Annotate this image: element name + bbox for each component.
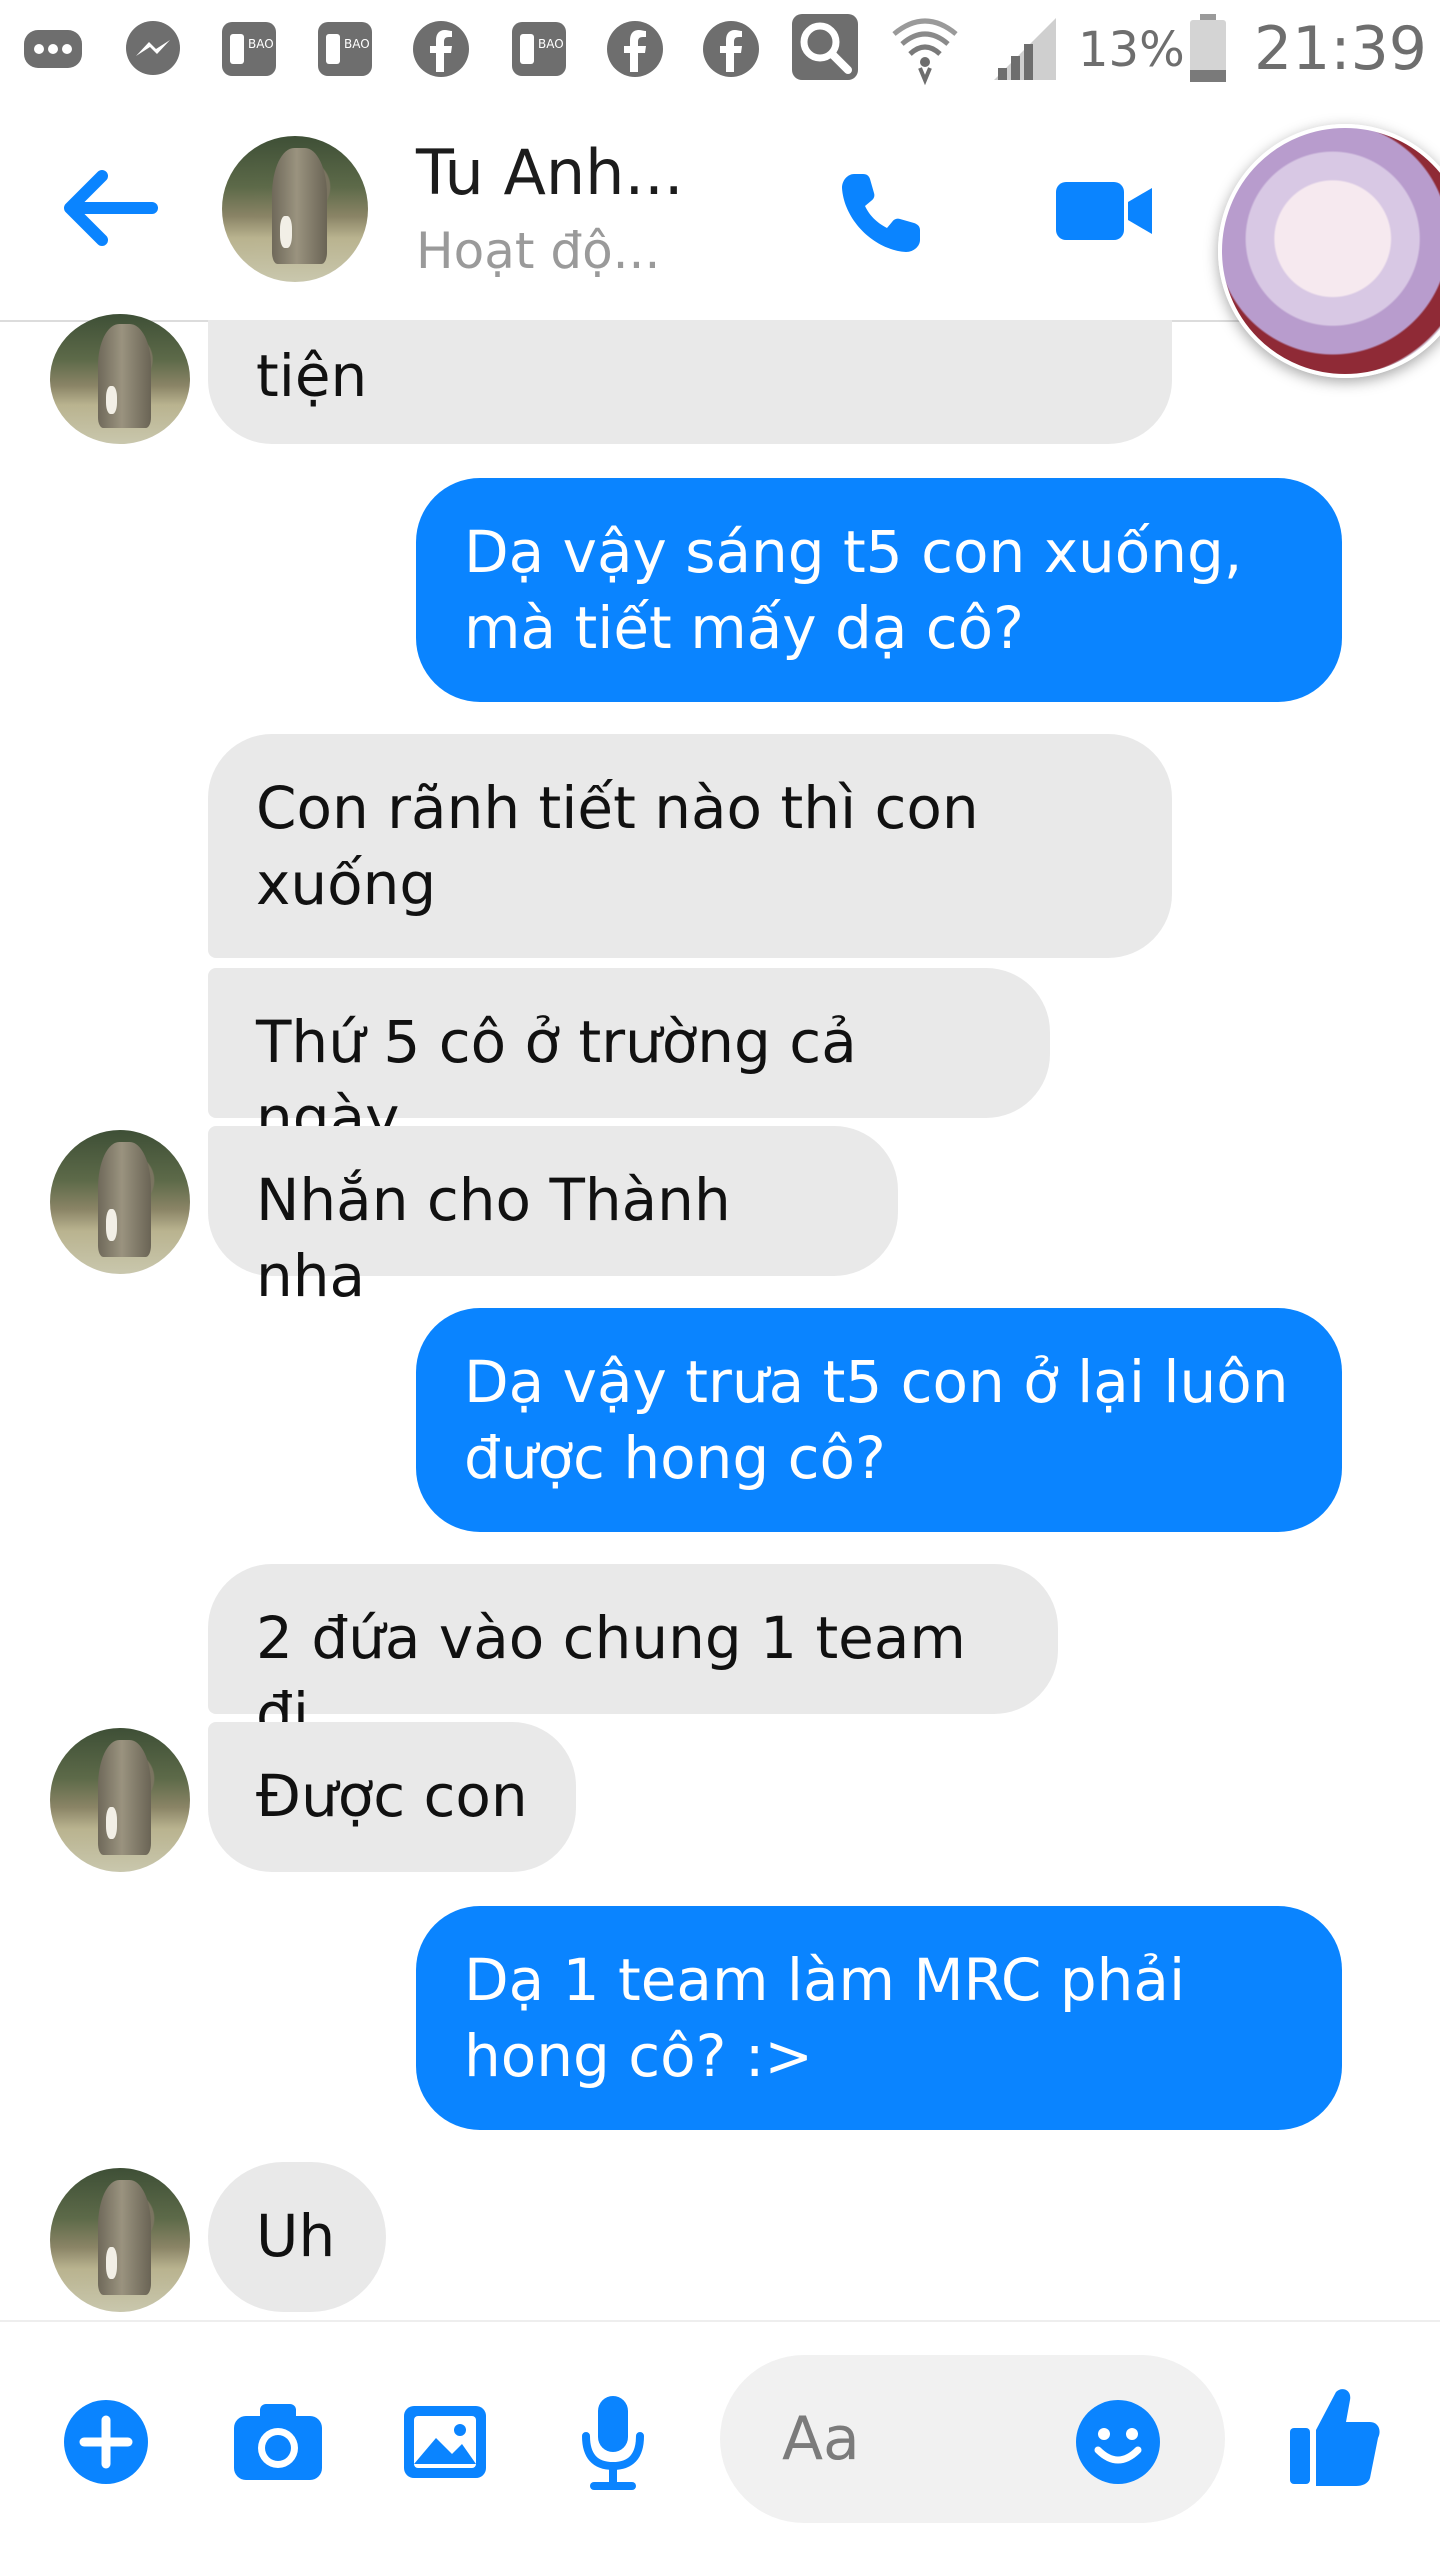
microphone-icon [582, 2396, 644, 2490]
messenger-notification-icon [122, 18, 184, 80]
message-text: hong cô? :> [464, 2022, 813, 2090]
message-incoming[interactable]: Thứ 5 cô ở trường cả ngày [208, 968, 1050, 1152]
status-bar: BAO HAY BAO HAY BAO HAY 13% 21:39 [0, 0, 1440, 100]
message-incoming[interactable]: tiện [208, 320, 1172, 444]
baohay-label: BAO HAY [344, 37, 376, 51]
like-thumb-icon [1290, 2389, 1380, 2486]
message-outgoing[interactable]: Dạ 1 team làm MRC phải hong cô? :> [416, 1906, 1342, 2130]
contact-name[interactable]: Tu Anh... [416, 136, 684, 209]
message-text: Dạ vậy sáng t5 con xuống, [464, 518, 1243, 586]
back-button[interactable] [60, 168, 164, 248]
message-incoming[interactable]: Được con [208, 1722, 576, 1872]
baohay-label: BAO HAY [248, 37, 280, 51]
back-arrow-icon [64, 170, 158, 246]
contact-avatar[interactable] [222, 136, 368, 282]
message-outgoing[interactable]: Dạ vậy trưa t5 con ở lại luôn được hong … [416, 1308, 1342, 1532]
signal-icon [990, 14, 1060, 84]
contact-status: Hoạt độ... [416, 222, 661, 280]
more-notifications-icon [22, 18, 84, 80]
baohay-notification-icon: BAO HAY [218, 18, 302, 80]
message-text: Được con [256, 1762, 528, 1830]
more-actions-button[interactable] [62, 2398, 150, 2486]
sender-avatar [50, 2168, 190, 2312]
gallery-icon [404, 2406, 486, 2478]
camera-icon [234, 2404, 322, 2480]
baohay-label: BAO HAY [538, 37, 570, 51]
call-button[interactable] [836, 168, 926, 258]
facebook-notification-icon [700, 18, 762, 80]
gallery-button[interactable] [400, 2402, 490, 2482]
battery-icon [1186, 14, 1230, 84]
facebook-notification-icon [604, 18, 666, 80]
phone-call-icon [842, 174, 920, 252]
sender-avatar [50, 1130, 190, 1274]
emoji-icon [1076, 2400, 1160, 2484]
sender-avatar [50, 1728, 190, 1872]
message-text: Dạ vậy trưa t5 con ở lại luôn [464, 1348, 1289, 1416]
sender-avatar [50, 314, 190, 444]
baohay-notification-icon: BAO HAY [314, 18, 398, 80]
baohay-notification-icon: BAO HAY [508, 18, 592, 80]
video-call-icon [1056, 182, 1152, 240]
message-text: mà tiết mấy dạ cô? [464, 594, 1024, 662]
message-incoming[interactable]: 2 đứa vào chung 1 team đi [208, 1564, 1058, 1748]
message-text: Con rãnh tiết nào thì con [256, 774, 979, 842]
voice-record-button[interactable] [580, 2392, 646, 2492]
like-button[interactable] [1286, 2384, 1382, 2488]
battery-percent: 13% [1078, 22, 1185, 78]
message-text: Dạ 1 team làm MRC phải [464, 1946, 1186, 2014]
clock: 21:39 [1254, 14, 1427, 84]
message-text: xuống [256, 850, 437, 918]
message-outgoing[interactable]: Dạ vậy sáng t5 con xuống, mà tiết mấy dạ… [416, 478, 1342, 702]
message-text: được hong cô? [464, 1424, 886, 1492]
message-incoming[interactable]: Uh [208, 2162, 386, 2312]
search-app-icon [790, 12, 860, 82]
emoji-button[interactable] [1074, 2398, 1162, 2486]
camera-button[interactable] [230, 2400, 326, 2484]
message-incoming[interactable]: Con rãnh tiết nào thì con xuống [208, 734, 1172, 958]
message-text: Uh [256, 2202, 336, 2270]
wifi-icon [890, 10, 960, 86]
plus-icon [64, 2400, 148, 2484]
message-text: Nhắn cho Thành nha [256, 1166, 731, 1310]
message-incoming[interactable]: Nhắn cho Thành nha [208, 1126, 898, 1310]
message-text: tiện [256, 342, 368, 410]
video-call-button[interactable] [1054, 176, 1156, 246]
facebook-notification-icon [410, 18, 472, 80]
